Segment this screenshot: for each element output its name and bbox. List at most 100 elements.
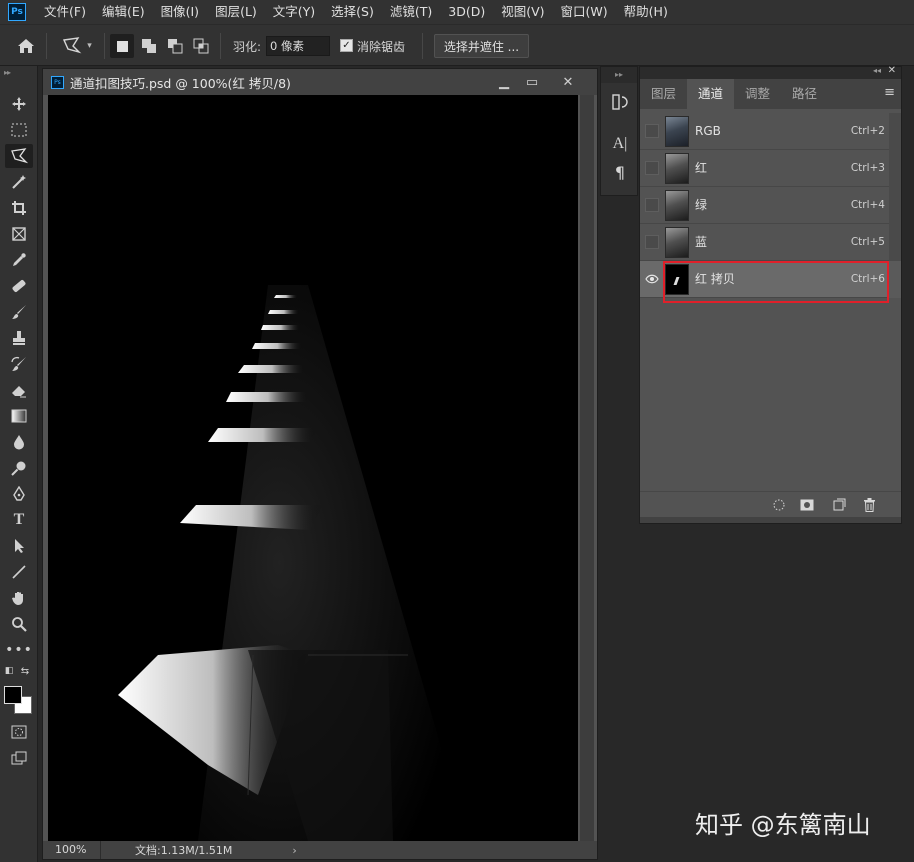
zoom-level[interactable]: 100% xyxy=(43,841,101,859)
healing-brush-icon[interactable] xyxy=(5,274,33,298)
channel-thumbnail xyxy=(665,264,689,295)
line-icon[interactable] xyxy=(5,560,33,584)
close-panel-icon[interactable]: ✕ xyxy=(888,65,896,76)
tab-layers[interactable]: 图层 xyxy=(640,79,687,109)
separator xyxy=(220,33,221,59)
frame-icon[interactable] xyxy=(5,222,33,246)
visibility-toggle[interactable] xyxy=(645,198,659,212)
paragraph-panel-icon[interactable]: ¶ xyxy=(605,159,635,185)
foreground-color-swatch[interactable] xyxy=(4,686,22,704)
screen-mode-icon[interactable] xyxy=(5,746,33,770)
menu-help[interactable]: 帮助(H) xyxy=(616,0,676,24)
more-icon[interactable]: ••• xyxy=(5,638,33,662)
panel-scrollbar[interactable] xyxy=(889,113,901,150)
menu-edit[interactable]: 编辑(E) xyxy=(94,0,153,24)
minimize-icon[interactable]: ▁ xyxy=(491,72,517,92)
delete-channel-icon[interactable] xyxy=(860,496,878,514)
gradient-icon[interactable] xyxy=(5,404,33,428)
document-scrollbar[interactable] xyxy=(580,95,594,841)
move-icon[interactable] xyxy=(5,92,33,116)
history-brush-icon[interactable] xyxy=(5,352,33,376)
tab-channels[interactable]: 通道 xyxy=(687,79,735,109)
intersect-selection-button[interactable] xyxy=(189,34,213,58)
add-selection-button[interactable] xyxy=(137,34,161,58)
panel-scrollbar[interactable] xyxy=(889,187,901,224)
channel-row-green[interactable]: 绿 Ctrl+4 xyxy=(640,187,901,224)
feather-input[interactable]: 0 像素 xyxy=(266,36,330,56)
visibility-toggle[interactable] xyxy=(645,161,659,175)
zoom-icon[interactable] xyxy=(5,612,33,636)
panel-resize-handle[interactable] xyxy=(640,517,901,523)
channel-preview-image xyxy=(48,95,578,841)
panel-menu-icon[interactable]: ≡ xyxy=(884,85,895,100)
type-icon[interactable]: T xyxy=(5,508,33,532)
tab-adjustments[interactable]: 调整 xyxy=(734,79,781,109)
new-channel-icon[interactable] xyxy=(830,496,848,514)
menu-file[interactable]: 文件(F) xyxy=(36,0,94,24)
antialias-label: 消除锯齿 xyxy=(357,39,406,54)
channel-row-rgb[interactable]: RGB Ctrl+2 xyxy=(640,113,901,150)
panel-grip-icon[interactable]: ▸▸ xyxy=(4,68,11,77)
menu-filter[interactable]: 滤镜(T) xyxy=(382,0,440,24)
channel-row-red[interactable]: 红 Ctrl+3 xyxy=(640,150,901,187)
hand-icon[interactable] xyxy=(5,586,33,610)
collapse-panel-icon[interactable]: ◂◂ xyxy=(873,66,881,75)
menu-image[interactable]: 图像(I) xyxy=(153,0,207,24)
channel-shortcut: Ctrl+5 xyxy=(850,236,885,248)
feather-label: 羽化: xyxy=(233,39,262,54)
quick-mask-icon[interactable] xyxy=(5,720,33,744)
history-panel-icon[interactable] xyxy=(605,89,635,115)
select-and-mask-button[interactable]: 选择并遮住 ... xyxy=(434,34,529,58)
visibility-toggle[interactable] xyxy=(645,235,659,249)
pen-icon[interactable] xyxy=(5,482,33,506)
menu-view[interactable]: 视图(V) xyxy=(493,0,552,24)
dodge-icon[interactable] xyxy=(5,456,33,480)
eyedropper-icon[interactable] xyxy=(5,248,33,272)
maximize-icon[interactable]: ▭ xyxy=(519,72,545,92)
menu-window[interactable]: 窗口(W) xyxy=(553,0,616,24)
photoshop-logo: Ps xyxy=(8,3,26,21)
panel-scrollbar[interactable] xyxy=(889,224,901,261)
polygonal-lasso-icon[interactable] xyxy=(5,144,33,168)
tool-preset-picker[interactable]: ▾ xyxy=(56,34,98,58)
options-bar: ▾ 羽化: 0 像素 ✓ 消除锯齿 选择并遮住 ... xyxy=(0,24,914,66)
document-status-bar: 100% 文档:1.13M/1.51M › xyxy=(43,841,597,859)
new-selection-button[interactable] xyxy=(110,34,134,58)
channel-row-red-copy[interactable]: 红 拷贝 Ctrl+6 xyxy=(640,261,901,298)
tab-paths[interactable]: 路径 xyxy=(781,79,828,109)
menu-select[interactable]: 选择(S) xyxy=(323,0,382,24)
swap-colors-icon[interactable]: ⇆ xyxy=(18,664,32,678)
brush-icon[interactable] xyxy=(5,300,33,324)
eraser-icon[interactable] xyxy=(5,378,33,402)
panel-grip-icon[interactable]: ▸▸ xyxy=(601,67,637,83)
crop-icon[interactable] xyxy=(5,196,33,220)
channel-row-blue[interactable]: 蓝 Ctrl+5 xyxy=(640,224,901,261)
stamp-icon[interactable] xyxy=(5,326,33,350)
panel-scrollbar[interactable] xyxy=(889,261,901,298)
close-icon[interactable]: ✕ xyxy=(555,72,581,92)
eye-icon[interactable] xyxy=(645,272,659,286)
subtract-selection-button[interactable] xyxy=(163,34,187,58)
channel-shortcut: Ctrl+2 xyxy=(850,125,885,137)
separator xyxy=(46,33,47,59)
magic-wand-icon[interactable] xyxy=(5,170,33,194)
image-canvas[interactable] xyxy=(48,95,578,841)
intersect-selection-icon xyxy=(193,38,209,54)
antialias-checkbox[interactable]: ✓ xyxy=(340,39,353,52)
path-select-icon[interactable] xyxy=(5,534,33,558)
default-colors-icon[interactable]: ◧ xyxy=(2,664,16,678)
panel-scrollbar[interactable] xyxy=(889,150,901,187)
home-icon[interactable] xyxy=(12,34,40,58)
save-selection-icon[interactable] xyxy=(798,496,816,514)
document-titlebar[interactable]: Ps 通道扣图技巧.psd @ 100%(红 拷贝/8) ▁ ▭ ✕ xyxy=(43,69,597,95)
marquee-icon[interactable] xyxy=(5,118,33,142)
menu-type[interactable]: 文字(Y) xyxy=(265,0,323,24)
new-selection-icon xyxy=(116,40,128,52)
load-selection-icon[interactable] xyxy=(770,496,788,514)
visibility-toggle[interactable] xyxy=(645,124,659,138)
menu-layer[interactable]: 图层(L) xyxy=(207,0,265,24)
menu-3d[interactable]: 3D(D) xyxy=(440,0,493,24)
character-panel-icon[interactable]: A| xyxy=(605,131,635,157)
chevron-right-icon[interactable]: › xyxy=(292,844,296,857)
blur-icon[interactable] xyxy=(5,430,33,454)
